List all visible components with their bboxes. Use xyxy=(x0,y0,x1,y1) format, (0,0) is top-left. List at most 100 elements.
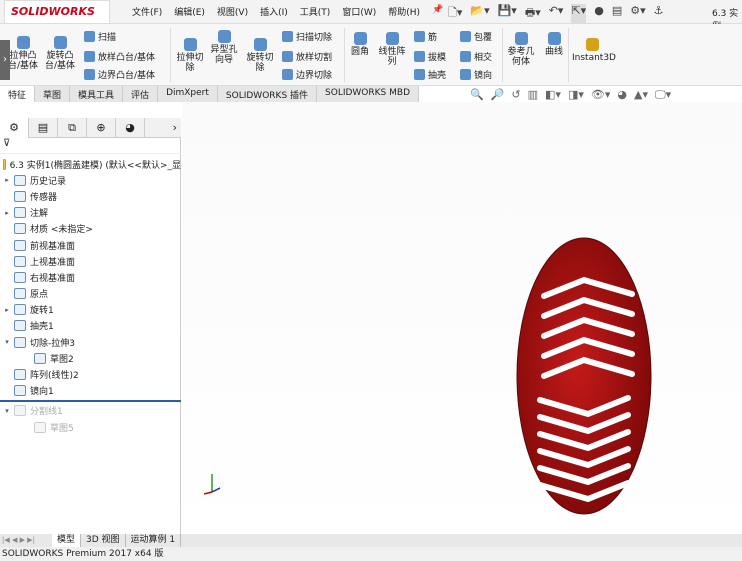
hole-wizard-button[interactable]: 异型孔向导 xyxy=(208,30,240,65)
feature-icon xyxy=(14,288,26,300)
open-icon[interactable]: 📂▾ xyxy=(470,4,489,23)
expand-arrow-icon[interactable]: ▾ xyxy=(0,407,14,415)
select-icon[interactable]: ⇱▾ xyxy=(571,4,587,23)
tab-motion-study[interactable]: 运动算例 1 xyxy=(126,534,182,547)
options-icon[interactable]: ⚙▾ xyxy=(630,4,645,23)
boundary-cut-icon xyxy=(282,69,293,80)
tree-item[interactable]: 传感器 xyxy=(0,188,181,204)
tree-item[interactable]: 原点 xyxy=(0,286,181,302)
menu-edit[interactable]: 编辑(E) xyxy=(174,5,205,18)
configuration-manager-tab-icon[interactable]: ⧉ xyxy=(58,118,87,138)
tree-item[interactable]: 阵列(线性)2 xyxy=(0,366,181,382)
display-style-icon[interactable]: ◨▾ xyxy=(568,88,584,102)
model-view[interactable] xyxy=(182,102,742,534)
loft-button[interactable]: 放样凸台/基体 xyxy=(84,50,155,63)
expand-arrow-icon[interactable]: ▾ xyxy=(0,338,14,346)
revolve-boss-button[interactable]: 旋转凸台/基体 xyxy=(44,36,76,71)
tree-item[interactable]: 前视基准面 xyxy=(0,237,181,253)
revolve-cut-button[interactable]: 旋转切除 xyxy=(245,38,275,73)
rib-button[interactable]: 筋 xyxy=(414,30,437,43)
sweep-button[interactable]: 扫描 xyxy=(84,30,116,43)
menu-window[interactable]: 窗口(W) xyxy=(342,5,376,18)
tab-evaluate[interactable]: 评估 xyxy=(123,86,159,102)
wrap-button[interactable]: 包覆 xyxy=(460,30,492,43)
tree-item[interactable]: ▾ 切除-拉伸3 xyxy=(0,334,181,350)
shell-button[interactable]: 抽壳 xyxy=(414,68,446,81)
anchor-icon[interactable]: ⚓ xyxy=(654,4,664,23)
boundary-cut-button[interactable]: 边界切除 xyxy=(282,68,332,81)
rollback-bar[interactable] xyxy=(0,399,181,402)
property-manager-tab-icon[interactable]: ▤ xyxy=(29,118,58,138)
menu-help[interactable]: 帮助(H) xyxy=(388,5,420,18)
graphics-viewport[interactable] xyxy=(182,102,742,534)
tree-item[interactable]: 右视基准面 xyxy=(0,269,181,285)
tab-mbd[interactable]: SOLIDWORKS MBD xyxy=(317,86,419,102)
swept-cut-button[interactable]: 扫描切除 xyxy=(282,30,332,43)
appearance-icon[interactable]: ◕ xyxy=(617,88,627,102)
tree-item[interactable]: ▾ 分割线1 xyxy=(0,403,181,419)
view-orientation-icon[interactable]: ◧▾ xyxy=(545,88,561,102)
section-view-icon[interactable]: ▥ xyxy=(528,88,538,102)
fillet-button[interactable]: 圆角 xyxy=(348,32,372,57)
undo-icon[interactable]: ↶▾ xyxy=(549,4,564,23)
divider xyxy=(344,28,345,82)
view-settings-icon[interactable]: 🖵▾ xyxy=(655,88,671,102)
x-axis-arrow xyxy=(203,491,213,495)
reference-geometry-button[interactable]: 参考几何体 xyxy=(506,32,536,67)
menu-insert[interactable]: 插入(I) xyxy=(260,5,288,18)
zoom-to-fit-icon[interactable]: 🔍 xyxy=(470,88,484,102)
tree-item[interactable]: 镜向1 xyxy=(0,383,181,399)
print-icon[interactable]: 🖶▾ xyxy=(525,4,541,23)
tree-item[interactable]: 材质 <未指定> xyxy=(0,221,181,237)
tab-scroll-arrows[interactable]: |◀ ◀ ▶ ▶| xyxy=(0,534,52,547)
feature-manager-tab-icon[interactable]: ⚙ xyxy=(0,118,29,138)
tab-dimxpert[interactable]: DimXpert xyxy=(158,86,218,102)
tab-3d-view[interactable]: 3D 视图 xyxy=(81,534,126,547)
scene-icon[interactable]: ▲▾ xyxy=(634,88,648,102)
tree-item[interactable]: 上视基准面 xyxy=(0,253,181,269)
tree-item[interactable]: 草图5 xyxy=(0,419,181,435)
filter-icon[interactable]: ⊽ xyxy=(0,138,181,154)
save-icon[interactable]: 💾▾ xyxy=(498,4,517,23)
tab-mold-tools[interactable]: 模具工具 xyxy=(70,86,124,102)
tree-item[interactable]: ▸ 旋转1 xyxy=(0,302,181,318)
feature-icon xyxy=(14,207,26,219)
expand-arrow-icon[interactable]: ▸ xyxy=(0,176,14,184)
tab-model[interactable]: 模型 xyxy=(52,534,82,547)
tab-features[interactable]: 特征 xyxy=(0,86,36,102)
menu-tools[interactable]: 工具(T) xyxy=(300,5,331,18)
linear-pattern-button[interactable]: 线性阵列 xyxy=(376,32,408,67)
extrude-boss-button[interactable]: 拉伸凸台/基体 xyxy=(6,36,40,71)
tree-item[interactable]: ▸ 历史记录 xyxy=(0,172,181,188)
instant3d-button[interactable]: Instant3D xyxy=(572,38,616,63)
display-manager-tab-icon[interactable]: ◕ xyxy=(116,118,145,138)
tree-item[interactable]: 抽壳1 xyxy=(0,318,181,334)
file-properties-icon[interactable]: ▤ xyxy=(612,4,622,23)
draft-button[interactable]: 拔模 xyxy=(414,50,446,63)
pin-icon[interactable]: 📌 xyxy=(432,5,443,18)
dimxpert-manager-tab-icon[interactable]: ⊕ xyxy=(87,118,116,138)
expand-arrow-icon[interactable]: ▸ xyxy=(0,209,14,217)
new-icon[interactable]: 🗋▾ xyxy=(448,4,462,23)
expand-arrow-icon[interactable]: ▸ xyxy=(0,306,14,314)
tree-root[interactable]: 6.3 实例1(椭圆盖建模) (默认<<默认>_显 xyxy=(0,156,181,172)
menu-view[interactable]: 视图(V) xyxy=(217,5,248,18)
mirror-button[interactable]: 镜向 xyxy=(460,68,492,81)
hide-show-icon[interactable]: 👁▾ xyxy=(591,88,611,102)
intersect-button[interactable]: 相交 xyxy=(460,50,492,63)
lofted-cut-button[interactable]: 放样切割 xyxy=(282,50,332,63)
boundary-boss-button[interactable]: 边界凸台/基体 xyxy=(84,68,155,81)
tree-item[interactable]: ▸ 注解 xyxy=(0,205,181,221)
menu-file[interactable]: 文件(F) xyxy=(132,5,162,18)
tab-addins[interactable]: SOLIDWORKS 插件 xyxy=(217,86,318,102)
tab-sketch[interactable]: 草图 xyxy=(35,86,71,102)
expand-panel-toggle[interactable]: › xyxy=(0,40,10,80)
curves-button[interactable]: 曲线 xyxy=(542,32,566,57)
panel-more-icon[interactable]: › xyxy=(145,118,181,138)
previous-view-icon[interactable]: ↺ xyxy=(511,88,520,102)
tree-item[interactable]: 草图2 xyxy=(0,350,181,366)
zoom-area-icon[interactable]: 🔎 xyxy=(491,88,505,102)
rebuild-icon[interactable]: ● xyxy=(594,4,604,23)
solidworks-logo[interactable]: SOLIDWORKS xyxy=(4,0,110,24)
extrude-cut-button[interactable]: 拉伸切除 xyxy=(176,38,204,73)
